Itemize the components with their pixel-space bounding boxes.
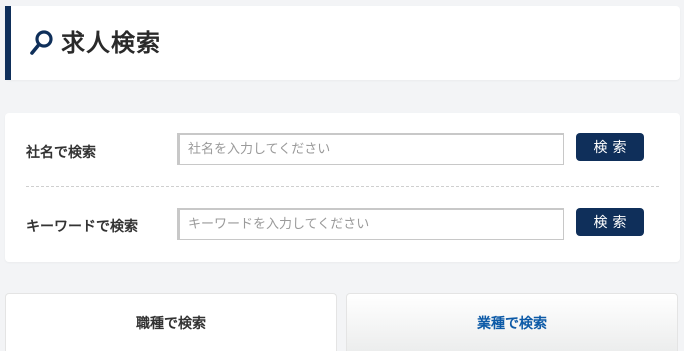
- header-accent-bar: [5, 6, 11, 80]
- search-form: 社名で検索 検索 キーワードで検索 検索: [5, 113, 680, 262]
- divider: [26, 186, 659, 187]
- page-header: 求人検索: [5, 6, 680, 80]
- company-search-button[interactable]: 検索: [576, 133, 644, 161]
- company-name-input[interactable]: [177, 133, 564, 165]
- page-title: 求人検索: [61, 29, 161, 57]
- tab-label: 業種で検索: [477, 315, 547, 332]
- keyword-input[interactable]: [177, 208, 564, 240]
- company-search-label: 社名で検索: [26, 145, 96, 161]
- keyword-search-label: キーワードで検索: [26, 219, 138, 235]
- tab-industry[interactable]: 業種で検索: [346, 293, 678, 351]
- keyword-search-button[interactable]: 検索: [576, 208, 644, 236]
- tab-label: 職種で検索: [136, 315, 206, 332]
- search-icon: [30, 30, 53, 55]
- tab-occupation[interactable]: 職種で検索: [5, 293, 337, 351]
